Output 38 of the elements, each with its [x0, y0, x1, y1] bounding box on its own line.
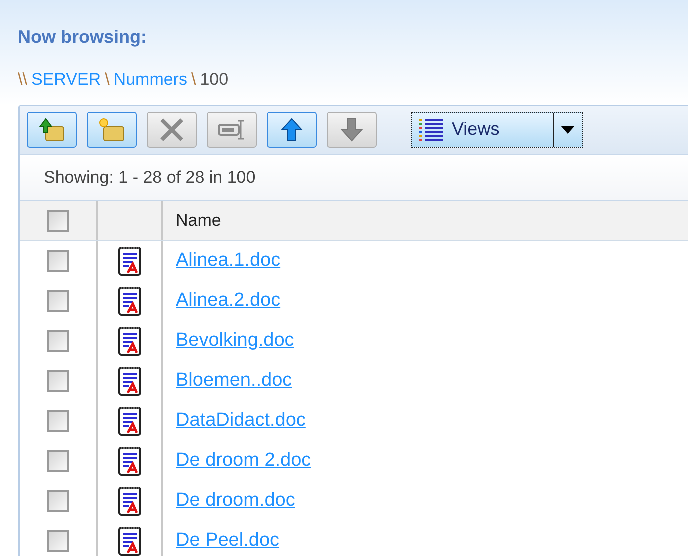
- file-link[interactable]: DataDidact.doc: [176, 406, 306, 436]
- checkbox[interactable]: [47, 250, 69, 272]
- checkbox[interactable]: [47, 290, 69, 312]
- file-link[interactable]: Alinea.2.doc: [176, 286, 281, 316]
- status-text: Showing: 1 - 28 of 28 in 100: [20, 154, 688, 200]
- path-separator: \: [191, 69, 196, 91]
- checkbox[interactable]: [47, 210, 69, 232]
- document-icon: [118, 445, 142, 477]
- checkbox[interactable]: [47, 530, 69, 552]
- path-separator: \\: [18, 69, 28, 91]
- file-link[interactable]: De droom 2.doc: [176, 446, 312, 476]
- document-icon: [118, 485, 142, 517]
- toolbar-button[interactable]: [87, 112, 137, 148]
- document-icon: [118, 325, 142, 357]
- file-link[interactable]: Bloemen..doc: [176, 366, 292, 396]
- toolbar-button[interactable]: [267, 112, 317, 148]
- breadcrumb-link[interactable]: Nummers: [114, 67, 188, 92]
- file-link[interactable]: De Peel.doc: [176, 526, 280, 556]
- page-title: Now browsing:: [18, 26, 148, 49]
- views-dropdown[interactable]: Views: [411, 112, 583, 148]
- checkbox[interactable]: [47, 490, 69, 512]
- caret-icon: [561, 126, 575, 134]
- checkbox[interactable]: [47, 330, 69, 352]
- path-separator: \: [105, 69, 110, 91]
- document-icon: [118, 405, 142, 437]
- file-link[interactable]: Bevolking.doc: [176, 326, 294, 356]
- toolbar-button[interactable]: [27, 112, 77, 148]
- file-link[interactable]: Alinea.1.doc: [176, 246, 281, 276]
- list-icon: [418, 118, 444, 142]
- current-folder: 100: [200, 69, 229, 91]
- checkbox[interactable]: [47, 410, 69, 432]
- checkbox[interactable]: [47, 370, 69, 392]
- document-icon: [118, 285, 142, 317]
- checkbox[interactable]: [47, 450, 69, 472]
- document-icon: [118, 245, 142, 277]
- breadcrumb-link[interactable]: SERVER: [31, 67, 102, 92]
- document-icon: [118, 365, 142, 397]
- file-link[interactable]: De droom.doc: [176, 486, 296, 516]
